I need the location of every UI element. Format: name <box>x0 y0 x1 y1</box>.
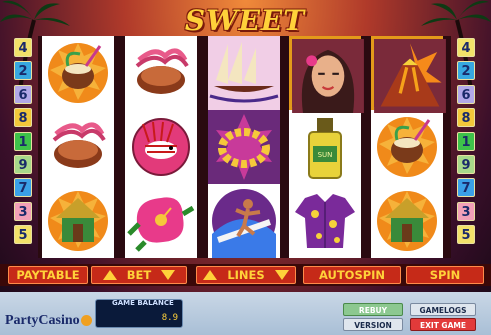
sailboat-icon <box>208 36 280 110</box>
payline-1-indicator[interactable]: 1 <box>457 131 475 151</box>
autospin-button[interactable]: AUTOSPIN <box>303 266 401 284</box>
payline-6-indicator[interactable]: 6 <box>14 84 32 104</box>
svg-text:SUN: SUN <box>318 151 333 159</box>
hawaiian-woman-icon <box>289 36 364 113</box>
payline-4-indicator[interactable]: 4 <box>457 38 475 57</box>
payline-7-indicator[interactable]: 7 <box>14 178 32 198</box>
payline-5-indicator[interactable]: 5 <box>457 225 475 245</box>
volcano-icon <box>371 36 446 113</box>
suntan-lotion-icon: SUN <box>289 110 361 184</box>
lines-control[interactable]: LINES <box>196 266 296 284</box>
clam-shell-icon <box>42 110 114 184</box>
bet-control[interactable]: BET <box>91 266 187 284</box>
reel-grid: SUN <box>38 36 451 258</box>
payline-6-indicator[interactable]: 6 <box>457 84 475 104</box>
hibiscus-flower-icon <box>125 184 197 258</box>
tiki-hut-icon <box>371 184 443 258</box>
payline-7-indicator[interactable]: 7 <box>457 178 475 198</box>
payline-8-indicator[interactable]: 8 <box>14 108 32 128</box>
payline-1-indicator[interactable]: 1 <box>14 131 32 151</box>
reel-1 <box>42 36 114 258</box>
clam-shell-icon <box>125 36 197 110</box>
brand-logo: PartyCasino <box>5 313 92 329</box>
surfer-icon <box>208 184 280 258</box>
lines-up-icon[interactable] <box>203 268 218 284</box>
bet-down-icon[interactable] <box>161 268 176 284</box>
logo-dot-icon <box>80 315 92 327</box>
payline-9-indicator[interactable]: 9 <box>457 154 475 174</box>
aloha-shirt-icon <box>289 184 361 258</box>
game-title: SWEET HAWAII <box>180 4 309 70</box>
bet-label: BET <box>126 268 152 282</box>
payline-5-indicator[interactable]: 5 <box>14 225 32 245</box>
payline-3-indicator[interactable]: 3 <box>14 201 32 221</box>
payline-2-indicator[interactable]: 2 <box>457 61 475 81</box>
balance-value: 8.9 <box>161 313 178 323</box>
rebuy-button[interactable]: REBUY <box>343 303 403 316</box>
game-window: SWEET HAWAII 4 2 6 8 1 9 7 3 5 4 2 6 8 1 9 7 3 5 SUN PAY… <box>0 0 491 335</box>
balance-label: GAME BALANCE <box>112 299 174 307</box>
exit-game-button[interactable]: EXIT GAME <box>410 318 476 331</box>
paytable-button[interactable]: PAYTABLE <box>8 266 88 284</box>
gamelogs-button[interactable]: GAMELOGS <box>410 303 476 316</box>
version-button[interactable]: VERSION <box>343 318 403 331</box>
payline-8-indicator[interactable]: 8 <box>457 108 475 128</box>
lines-down-icon[interactable] <box>274 268 289 284</box>
reel-4: SUN <box>289 36 364 258</box>
payline-9-indicator[interactable]: 9 <box>14 154 32 174</box>
payline-3-indicator[interactable]: 3 <box>457 201 475 221</box>
spin-button[interactable]: SPIN <box>406 266 484 284</box>
payline-indicators-right: 4 2 6 8 1 9 7 3 5 <box>457 38 477 249</box>
payline-4-indicator[interactable]: 4 <box>14 38 32 57</box>
bet-up-icon[interactable] <box>102 268 117 284</box>
reel-3 <box>208 36 280 258</box>
payline-indicators-left: 4 2 6 8 1 9 7 3 5 <box>14 38 34 249</box>
brand-name: PartyCasino <box>5 313 80 328</box>
lionfish-icon <box>125 110 197 184</box>
lines-label: LINES <box>227 268 265 282</box>
tiki-hut-icon <box>42 184 114 258</box>
lei-necklace-icon <box>208 110 280 184</box>
reel-2 <box>125 36 197 258</box>
reel-5 <box>371 36 446 258</box>
coconut-drink-icon <box>371 110 443 184</box>
coconut-drink-icon <box>42 36 114 110</box>
payline-2-indicator[interactable]: 2 <box>14 61 32 81</box>
